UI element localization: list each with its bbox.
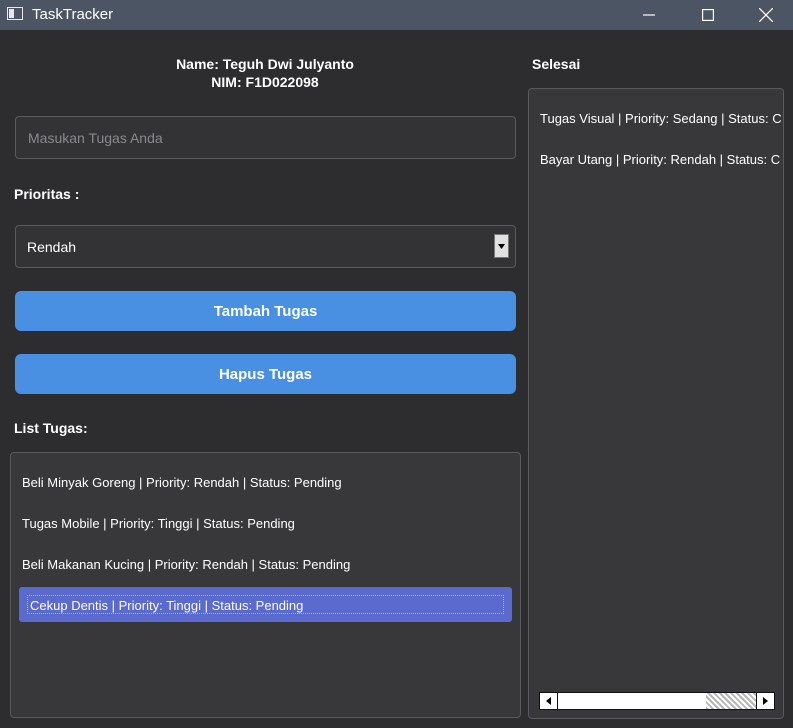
minimize-button[interactable] bbox=[620, 0, 678, 30]
close-button[interactable] bbox=[737, 0, 793, 30]
add-task-button[interactable]: Tambah Tugas bbox=[15, 291, 516, 331]
task-input[interactable] bbox=[15, 116, 516, 159]
minimize-icon bbox=[643, 14, 655, 16]
dropdown-arrow-button[interactable] bbox=[494, 234, 509, 258]
horizontal-scrollbar[interactable] bbox=[539, 692, 775, 710]
chevron-down-icon bbox=[498, 243, 505, 249]
student-info: Name: Teguh Dwi Julyanto NIM: F1D022098 bbox=[15, 55, 515, 91]
scroll-left-button[interactable] bbox=[540, 693, 558, 709]
student-nim: NIM: F1D022098 bbox=[211, 74, 319, 90]
list-item[interactable]: Tugas Mobile | Priority: Tinggi | Status… bbox=[22, 516, 295, 531]
chevron-right-icon bbox=[763, 697, 768, 705]
list-item-label: Cekup Dentis | Priority: Tinggi | Status… bbox=[30, 598, 304, 613]
list-item-selected[interactable]: Cekup Dentis | Priority: Tinggi | Status… bbox=[19, 587, 512, 622]
delete-task-button[interactable]: Hapus Tugas bbox=[15, 354, 516, 394]
list-item[interactable]: Bayar Utang | Priority: Rendah | Status:… bbox=[540, 152, 780, 167]
student-name: Name: Teguh Dwi Julyanto bbox=[176, 56, 354, 72]
window-title: TaskTracker bbox=[32, 6, 114, 23]
priority-label: Prioritas : bbox=[14, 186, 80, 202]
scrollbar-thumb[interactable] bbox=[706, 693, 756, 709]
task-list-label: List Tugas: bbox=[14, 420, 88, 436]
scroll-right-button[interactable] bbox=[756, 693, 774, 709]
list-item[interactable]: Beli Makanan Kucing | Priority: Rendah |… bbox=[22, 557, 350, 572]
app-icon bbox=[7, 7, 23, 20]
chevron-left-icon bbox=[546, 697, 551, 705]
list-item[interactable]: Tugas Visual | Priority: Sedang | Status… bbox=[540, 111, 782, 126]
maximize-icon bbox=[702, 9, 714, 21]
done-list[interactable]: Tugas Visual | Priority: Sedang | Status… bbox=[528, 88, 784, 719]
done-list-label: Selesai bbox=[532, 56, 581, 72]
maximize-button[interactable] bbox=[679, 0, 737, 30]
title-bar: TaskTracker bbox=[0, 0, 793, 30]
task-list[interactable]: Beli Minyak Goreng | Priority: Rendah | … bbox=[10, 452, 521, 718]
list-item[interactable]: Beli Minyak Goreng | Priority: Rendah | … bbox=[22, 475, 342, 490]
close-icon bbox=[759, 8, 773, 22]
priority-select[interactable]: Rendah bbox=[15, 225, 516, 268]
priority-selected-value: Rendah bbox=[27, 239, 77, 255]
